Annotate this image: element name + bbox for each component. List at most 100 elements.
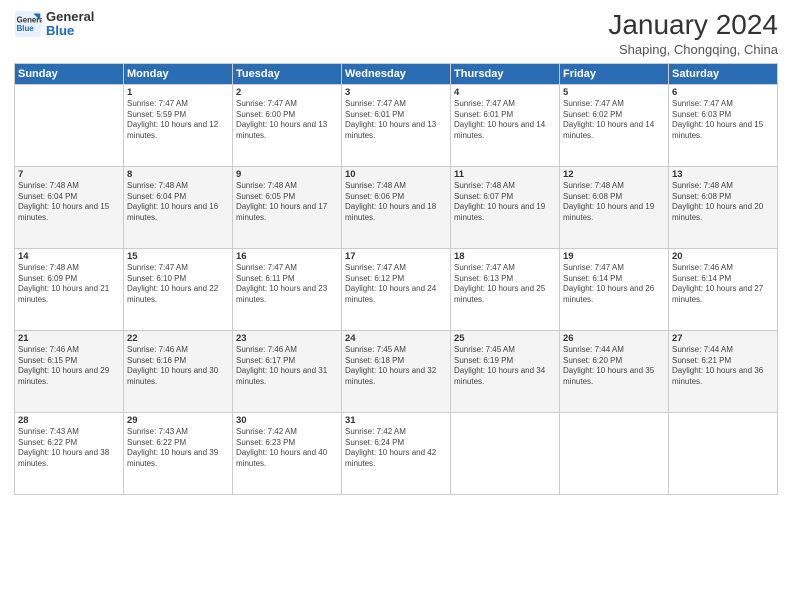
day-cell: 14Sunrise: 7:48 AM Sunset: 6:09 PM Dayli…: [15, 248, 124, 330]
day-info: Sunrise: 7:47 AM Sunset: 5:59 PM Dayligh…: [127, 99, 229, 142]
day-number: 28: [18, 415, 120, 426]
col-saturday: Saturday: [669, 63, 778, 84]
day-cell: 17Sunrise: 7:47 AM Sunset: 6:12 PM Dayli…: [342, 248, 451, 330]
day-number: 8: [127, 169, 229, 180]
day-info: Sunrise: 7:48 AM Sunset: 6:05 PM Dayligh…: [236, 181, 338, 224]
logo-blue: Blue: [46, 24, 94, 38]
day-cell: 7Sunrise: 7:48 AM Sunset: 6:04 PM Daylig…: [15, 166, 124, 248]
day-info: Sunrise: 7:47 AM Sunset: 6:14 PM Dayligh…: [563, 263, 665, 306]
day-cell: 11Sunrise: 7:48 AM Sunset: 6:07 PM Dayli…: [451, 166, 560, 248]
day-info: Sunrise: 7:45 AM Sunset: 6:18 PM Dayligh…: [345, 345, 447, 388]
day-info: Sunrise: 7:47 AM Sunset: 6:12 PM Dayligh…: [345, 263, 447, 306]
day-info: Sunrise: 7:47 AM Sunset: 6:02 PM Dayligh…: [563, 99, 665, 142]
day-cell: 24Sunrise: 7:45 AM Sunset: 6:18 PM Dayli…: [342, 330, 451, 412]
day-cell: 20Sunrise: 7:46 AM Sunset: 6:14 PM Dayli…: [669, 248, 778, 330]
day-info: Sunrise: 7:48 AM Sunset: 6:04 PM Dayligh…: [127, 181, 229, 224]
day-info: Sunrise: 7:46 AM Sunset: 6:17 PM Dayligh…: [236, 345, 338, 388]
day-info: Sunrise: 7:48 AM Sunset: 6:06 PM Dayligh…: [345, 181, 447, 224]
day-number: 12: [563, 169, 665, 180]
day-info: Sunrise: 7:44 AM Sunset: 6:20 PM Dayligh…: [563, 345, 665, 388]
day-cell: 30Sunrise: 7:42 AM Sunset: 6:23 PM Dayli…: [233, 412, 342, 494]
day-cell: 13Sunrise: 7:48 AM Sunset: 6:08 PM Dayli…: [669, 166, 778, 248]
day-cell: 31Sunrise: 7:42 AM Sunset: 6:24 PM Dayli…: [342, 412, 451, 494]
day-cell: 27Sunrise: 7:44 AM Sunset: 6:21 PM Dayli…: [669, 330, 778, 412]
col-wednesday: Wednesday: [342, 63, 451, 84]
location-subtitle: Shaping, Chongqing, China: [608, 42, 778, 57]
day-cell: 18Sunrise: 7:47 AM Sunset: 6:13 PM Dayli…: [451, 248, 560, 330]
day-number: 11: [454, 169, 556, 180]
day-number: 29: [127, 415, 229, 426]
day-info: Sunrise: 7:44 AM Sunset: 6:21 PM Dayligh…: [672, 345, 774, 388]
day-cell: 2Sunrise: 7:47 AM Sunset: 6:00 PM Daylig…: [233, 84, 342, 166]
week-row-1: 7Sunrise: 7:48 AM Sunset: 6:04 PM Daylig…: [15, 166, 778, 248]
day-cell: [560, 412, 669, 494]
day-cell: [451, 412, 560, 494]
day-number: 22: [127, 333, 229, 344]
calendar-table: Sunday Monday Tuesday Wednesday Thursday…: [14, 63, 778, 495]
day-number: 20: [672, 251, 774, 262]
day-number: 26: [563, 333, 665, 344]
day-info: Sunrise: 7:46 AM Sunset: 6:16 PM Dayligh…: [127, 345, 229, 388]
day-number: 23: [236, 333, 338, 344]
day-info: Sunrise: 7:46 AM Sunset: 6:15 PM Dayligh…: [18, 345, 120, 388]
day-number: 27: [672, 333, 774, 344]
day-number: 18: [454, 251, 556, 262]
day-info: Sunrise: 7:47 AM Sunset: 6:01 PM Dayligh…: [454, 99, 556, 142]
day-cell: 9Sunrise: 7:48 AM Sunset: 6:05 PM Daylig…: [233, 166, 342, 248]
day-number: 21: [18, 333, 120, 344]
day-cell: [15, 84, 124, 166]
day-number: 17: [345, 251, 447, 262]
col-monday: Monday: [124, 63, 233, 84]
day-info: Sunrise: 7:42 AM Sunset: 6:24 PM Dayligh…: [345, 427, 447, 470]
day-cell: 25Sunrise: 7:45 AM Sunset: 6:19 PM Dayli…: [451, 330, 560, 412]
day-info: Sunrise: 7:47 AM Sunset: 6:01 PM Dayligh…: [345, 99, 447, 142]
day-cell: 4Sunrise: 7:47 AM Sunset: 6:01 PM Daylig…: [451, 84, 560, 166]
day-number: 9: [236, 169, 338, 180]
header-row: Sunday Monday Tuesday Wednesday Thursday…: [15, 63, 778, 84]
day-number: 25: [454, 333, 556, 344]
day-cell: 12Sunrise: 7:48 AM Sunset: 6:08 PM Dayli…: [560, 166, 669, 248]
day-cell: 5Sunrise: 7:47 AM Sunset: 6:02 PM Daylig…: [560, 84, 669, 166]
day-cell: 3Sunrise: 7:47 AM Sunset: 6:01 PM Daylig…: [342, 84, 451, 166]
day-cell: 1Sunrise: 7:47 AM Sunset: 5:59 PM Daylig…: [124, 84, 233, 166]
month-title: January 2024: [608, 10, 778, 41]
day-number: 13: [672, 169, 774, 180]
day-info: Sunrise: 7:45 AM Sunset: 6:19 PM Dayligh…: [454, 345, 556, 388]
day-number: 6: [672, 87, 774, 98]
day-cell: 23Sunrise: 7:46 AM Sunset: 6:17 PM Dayli…: [233, 330, 342, 412]
week-row-3: 21Sunrise: 7:46 AM Sunset: 6:15 PM Dayli…: [15, 330, 778, 412]
day-info: Sunrise: 7:48 AM Sunset: 6:07 PM Dayligh…: [454, 181, 556, 224]
day-number: 30: [236, 415, 338, 426]
day-cell: [669, 412, 778, 494]
day-cell: 26Sunrise: 7:44 AM Sunset: 6:20 PM Dayli…: [560, 330, 669, 412]
logo: General Blue General Blue: [14, 10, 94, 39]
col-friday: Friday: [560, 63, 669, 84]
day-info: Sunrise: 7:47 AM Sunset: 6:03 PM Dayligh…: [672, 99, 774, 142]
day-number: 16: [236, 251, 338, 262]
day-number: 5: [563, 87, 665, 98]
week-row-2: 14Sunrise: 7:48 AM Sunset: 6:09 PM Dayli…: [15, 248, 778, 330]
day-number: 7: [18, 169, 120, 180]
day-info: Sunrise: 7:42 AM Sunset: 6:23 PM Dayligh…: [236, 427, 338, 470]
page: General Blue General Blue January 2024 S…: [0, 0, 792, 612]
logo-general: General: [46, 10, 94, 24]
day-number: 31: [345, 415, 447, 426]
svg-text:Blue: Blue: [17, 24, 35, 33]
day-info: Sunrise: 7:43 AM Sunset: 6:22 PM Dayligh…: [18, 427, 120, 470]
logo-icon: General Blue: [14, 10, 42, 38]
day-info: Sunrise: 7:48 AM Sunset: 6:08 PM Dayligh…: [672, 181, 774, 224]
week-row-4: 28Sunrise: 7:43 AM Sunset: 6:22 PM Dayli…: [15, 412, 778, 494]
day-cell: 6Sunrise: 7:47 AM Sunset: 6:03 PM Daylig…: [669, 84, 778, 166]
day-info: Sunrise: 7:47 AM Sunset: 6:13 PM Dayligh…: [454, 263, 556, 306]
day-info: Sunrise: 7:48 AM Sunset: 6:04 PM Dayligh…: [18, 181, 120, 224]
day-info: Sunrise: 7:47 AM Sunset: 6:11 PM Dayligh…: [236, 263, 338, 306]
day-cell: 10Sunrise: 7:48 AM Sunset: 6:06 PM Dayli…: [342, 166, 451, 248]
day-number: 2: [236, 87, 338, 98]
day-cell: 15Sunrise: 7:47 AM Sunset: 6:10 PM Dayli…: [124, 248, 233, 330]
day-info: Sunrise: 7:47 AM Sunset: 6:10 PM Dayligh…: [127, 263, 229, 306]
day-number: 24: [345, 333, 447, 344]
day-cell: 16Sunrise: 7:47 AM Sunset: 6:11 PM Dayli…: [233, 248, 342, 330]
header: General Blue General Blue January 2024 S…: [14, 10, 778, 57]
day-cell: 21Sunrise: 7:46 AM Sunset: 6:15 PM Dayli…: [15, 330, 124, 412]
day-cell: 22Sunrise: 7:46 AM Sunset: 6:16 PM Dayli…: [124, 330, 233, 412]
